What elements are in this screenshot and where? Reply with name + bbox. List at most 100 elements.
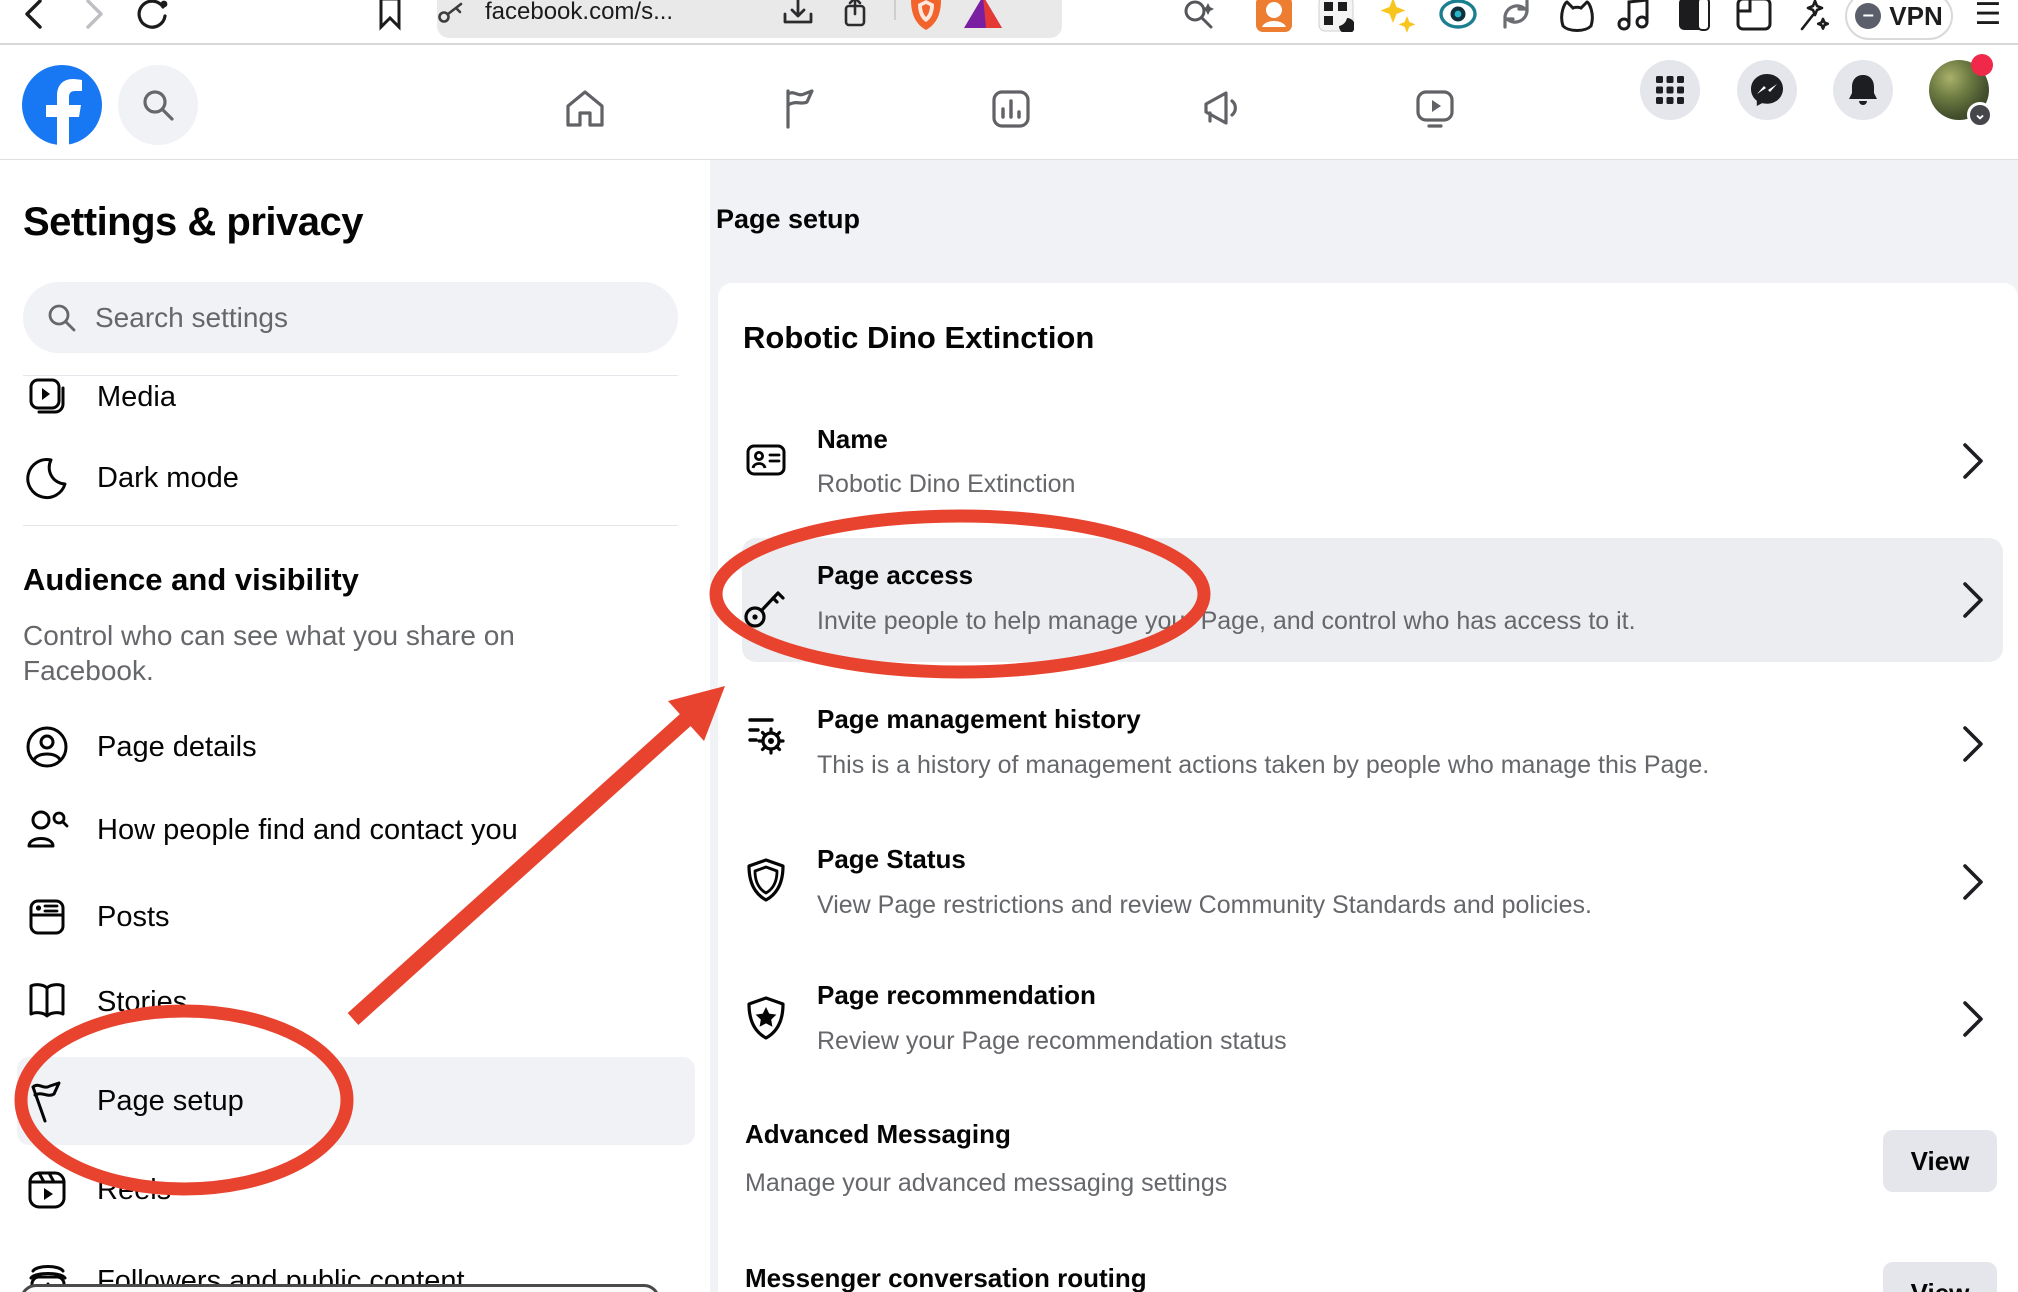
row-subtitle-name: Robotic Dino Extinction [817,469,1075,500]
search-settings-field[interactable] [95,302,615,334]
home-icon [563,87,607,131]
row-subtitle-page-status: View Page restrictions and review Commun… [817,890,1592,921]
row-subtitle-page-management-history: This is a history of management actions … [817,750,1709,781]
person-search-icon [25,808,69,852]
sidebar-item-stories[interactable]: Stories [97,984,187,1020]
profile-avatar[interactable]: ⌄ [1929,60,1989,120]
ext-zoom-icon[interactable] [1178,0,1218,36]
chevron-right-icon[interactable] [1960,862,1988,902]
passkey-icon [437,0,467,24]
section-title-audience: Audience and visibility [23,562,359,598]
messenger-button[interactable] [1737,60,1797,120]
person-circle-icon [25,725,69,769]
sidebar-item-how-people-find[interactable]: How people find and contact you [97,812,518,848]
shield-icon [742,856,790,904]
chevron-right-icon[interactable] [1960,999,1988,1039]
ext-music-icon[interactable] [1614,0,1654,36]
search-settings-input[interactable] [23,282,678,353]
nav-ads-tab[interactable] [1198,85,1246,133]
extension-triangle-icon[interactable] [962,0,1004,30]
advanced-messaging-view-button[interactable]: View [1883,1130,1997,1192]
browser-menu-icon[interactable]: ☰ [1968,0,2008,36]
sidebar-title: Settings & privacy [23,200,363,245]
notification-badge [1971,54,1993,76]
ext-cat-icon[interactable] [1556,0,1596,36]
divider [23,375,678,376]
sidebar-item-media[interactable]: Media [97,379,176,415]
messenger-icon [1750,73,1784,107]
chevron-right-icon[interactable] [1960,724,1988,764]
facebook-nav-bar: ⌄ [0,45,2018,160]
row-title-page-management-history[interactable]: Page management history [817,703,1141,735]
nav-pages-tab[interactable] [776,85,824,133]
browser-forward-button[interactable] [74,0,114,36]
sidebar-item-page-details[interactable]: Page details [97,729,257,765]
nav-marketplace-tab[interactable] [987,85,1035,133]
video-play-icon [1412,86,1458,132]
post-icon [25,895,69,939]
search-icon [47,303,77,333]
grid-icon [1655,75,1685,105]
megaphone-icon [1199,87,1245,131]
row-title-page-status[interactable]: Page Status [817,843,966,875]
row-subtitle-page-access: Invite people to help manage your Page, … [817,606,1636,637]
search-icon [140,87,176,123]
page-access-highlight[interactable] [742,538,2003,662]
cutoff-popup-edge [20,1284,660,1292]
ext-wand-icon[interactable] [1792,0,1832,36]
reels-icon [25,1168,69,1212]
facebook-logo[interactable] [22,65,102,145]
browser-back-button[interactable] [14,0,54,36]
ext-eye-icon[interactable] [1438,0,1478,36]
advanced-messaging-subtitle: Manage your advanced messaging settings [745,1169,1227,1198]
browser-reload-button[interactable] [132,0,172,36]
share-icon[interactable] [842,0,868,28]
flag-icon [25,1079,69,1123]
chevron-right-icon[interactable] [1960,441,1988,481]
bookmark-icon[interactable] [370,0,410,36]
browser-toolbar: facebook.com/s... [0,0,2018,45]
ext-sparkle-icon[interactable] [1378,0,1418,36]
address-bar[interactable]: facebook.com/s... [437,0,1062,38]
moon-icon [25,456,69,500]
sidebar-item-posts[interactable]: Posts [97,899,170,935]
row-title-name[interactable]: Name [817,423,888,455]
section-description: Control who can see what you share on Fa… [23,618,533,688]
apps-menu-button[interactable] [1640,60,1700,120]
ext-mail-icon[interactable] [1254,0,1294,36]
key-icon [742,580,790,628]
chart-square-icon [989,87,1033,131]
messenger-routing-view-button[interactable]: View [1883,1262,1997,1292]
download-icon[interactable] [782,0,814,28]
ext-window-icon[interactable] [1734,0,1774,36]
sidebar-item-reels[interactable]: Reels [97,1172,171,1208]
facebook-settings-screen: facebook.com/s... [0,0,2018,1292]
bell-icon [1847,73,1879,107]
shield-star-icon [742,994,790,1042]
sidebar-item-page-setup[interactable]: Page setup [97,1083,244,1119]
row-title-page-access[interactable]: Page access [817,559,973,591]
search-button[interactable] [118,65,198,145]
sidebar-item-dark-mode[interactable]: Dark mode [97,460,239,496]
ext-qr-icon[interactable] [1316,0,1356,36]
notifications-button[interactable] [1833,60,1893,120]
ext-panel-icon[interactable] [1674,0,1714,36]
url-text: facebook.com/s... [485,0,673,26]
extension-shield-icon[interactable] [907,0,945,32]
vpn-status-icon: – [1855,3,1881,29]
ext-recycle-icon[interactable] [1496,0,1536,36]
row-subtitle-page-recommendation: Review your Page recommendation status [817,1026,1287,1057]
advanced-messaging-title: Advanced Messaging [745,1119,1011,1150]
chevron-right-icon[interactable] [1960,580,1988,620]
row-title-page-recommendation[interactable]: Page recommendation [817,979,1096,1011]
flag-icon [778,87,822,131]
settings-sidebar: Settings & privacy Media Dark mode Audie… [0,160,710,1292]
vpn-label: VPN [1889,1,1942,32]
nav-home-tab[interactable] [561,85,609,133]
messenger-routing-title: Messenger conversation routing [745,1263,1147,1292]
toolbar-divider [894,0,896,20]
page-title: Page setup [716,204,860,235]
nav-video-tab[interactable] [1411,85,1459,133]
vpn-button[interactable]: – VPN [1845,0,1953,40]
id-card-icon [742,436,790,484]
